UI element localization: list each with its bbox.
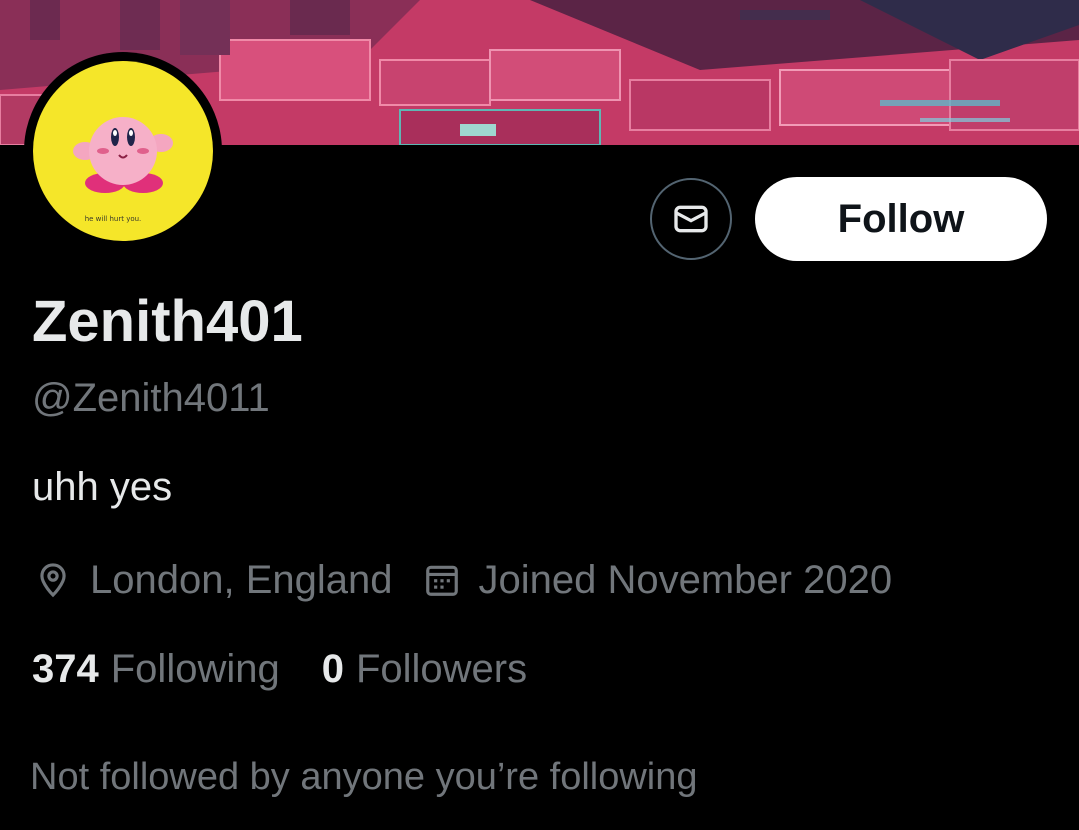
follow-button[interactable]: Follow: [755, 177, 1047, 261]
message-button[interactable]: [650, 178, 732, 260]
join-date-text: Joined November 2020: [478, 557, 893, 602]
location: London, England: [34, 558, 393, 603]
followers-count: 0: [321, 646, 344, 691]
profile-page: he will hurt you. Follow Zenith401 @Zeni…: [0, 0, 1079, 830]
profile-bio: uhh yes: [32, 465, 173, 509]
location-text: London, England: [90, 557, 393, 602]
profile-meta: London, England Joined November 2020: [34, 556, 892, 604]
following-count: 374: [32, 646, 99, 691]
kirby-icon: [73, 117, 173, 193]
follow-stats: 374 Following 0 Followers: [32, 645, 527, 693]
display-name: Zenith401: [32, 289, 303, 354]
calendar-icon: [423, 561, 461, 599]
followers-label: Followers: [355, 646, 528, 691]
envelope-icon: [674, 205, 708, 233]
join-date: Joined November 2020: [423, 557, 893, 603]
mutual-followers-note: Not followed by anyone you’re following: [30, 756, 698, 798]
avatar[interactable]: he will hurt you.: [24, 52, 222, 250]
followers-link[interactable]: 0 Followers: [322, 647, 527, 692]
avatar-image: he will hurt you.: [33, 61, 213, 241]
avatar-caption: he will hurt you.: [84, 215, 142, 223]
location-pin-icon: [34, 561, 72, 599]
user-handle: @Zenith4011: [32, 376, 270, 420]
following-label: Following: [110, 646, 280, 691]
following-link[interactable]: 374 Following: [32, 647, 280, 692]
